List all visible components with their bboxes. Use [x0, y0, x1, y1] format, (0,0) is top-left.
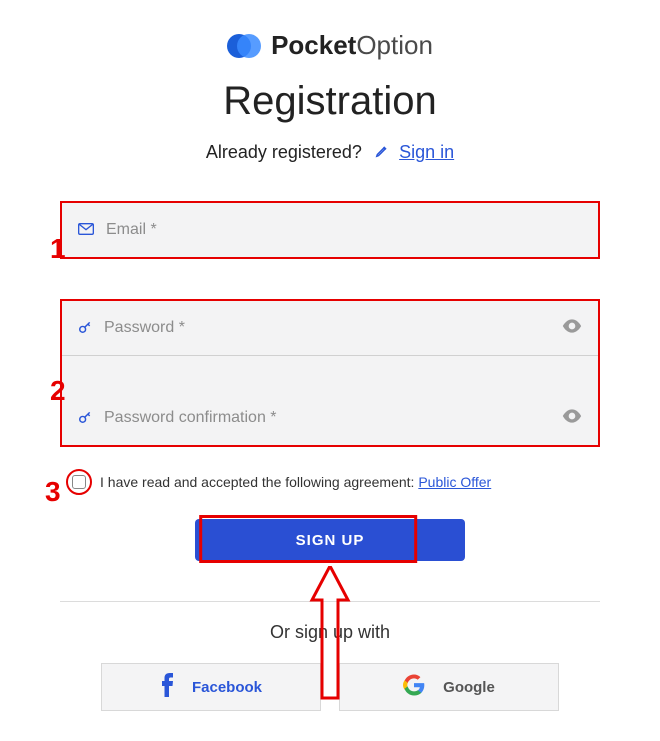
password-field[interactable] — [104, 319, 562, 337]
page-title: Registration — [60, 79, 600, 124]
eye-icon[interactable] — [562, 319, 582, 338]
pencil-icon — [375, 145, 393, 162]
annotation-1: 1 — [50, 233, 66, 265]
password-group — [60, 299, 600, 447]
google-icon — [403, 674, 425, 700]
logo-icon — [227, 32, 261, 60]
brand-logo: PocketOption — [60, 30, 600, 61]
agreement-row: I have read and accepted the following a… — [60, 469, 600, 495]
checkbox-highlight — [66, 469, 92, 495]
already-registered-row: Already registered? Sign in — [60, 142, 600, 163]
facebook-button[interactable]: Facebook — [101, 663, 321, 711]
facebook-label: Facebook — [192, 679, 262, 696]
annotation-2: 2 — [50, 375, 66, 407]
google-label: Google — [443, 679, 495, 696]
agreement-text: I have read and accepted the following a… — [100, 474, 418, 490]
facebook-icon — [160, 673, 174, 701]
eye-icon[interactable] — [562, 409, 582, 428]
or-sign-up-with: Or sign up with — [60, 622, 600, 643]
sign-up-button[interactable]: SIGN UP — [195, 519, 465, 561]
email-field[interactable] — [106, 221, 582, 239]
public-offer-link[interactable]: Public Offer — [418, 474, 491, 490]
mail-icon — [78, 222, 94, 238]
sign-in-link[interactable]: Sign in — [399, 142, 454, 162]
brand-text: PocketOption — [271, 30, 433, 61]
email-group — [60, 201, 600, 259]
annotation-3: 3 — [45, 476, 61, 508]
already-text: Already registered? — [206, 142, 362, 162]
key-icon — [78, 410, 92, 427]
google-button[interactable]: Google — [339, 663, 559, 711]
agreement-checkbox[interactable] — [72, 475, 86, 489]
password-confirm-field[interactable] — [104, 409, 562, 427]
key-icon — [78, 320, 92, 337]
divider — [60, 601, 600, 602]
